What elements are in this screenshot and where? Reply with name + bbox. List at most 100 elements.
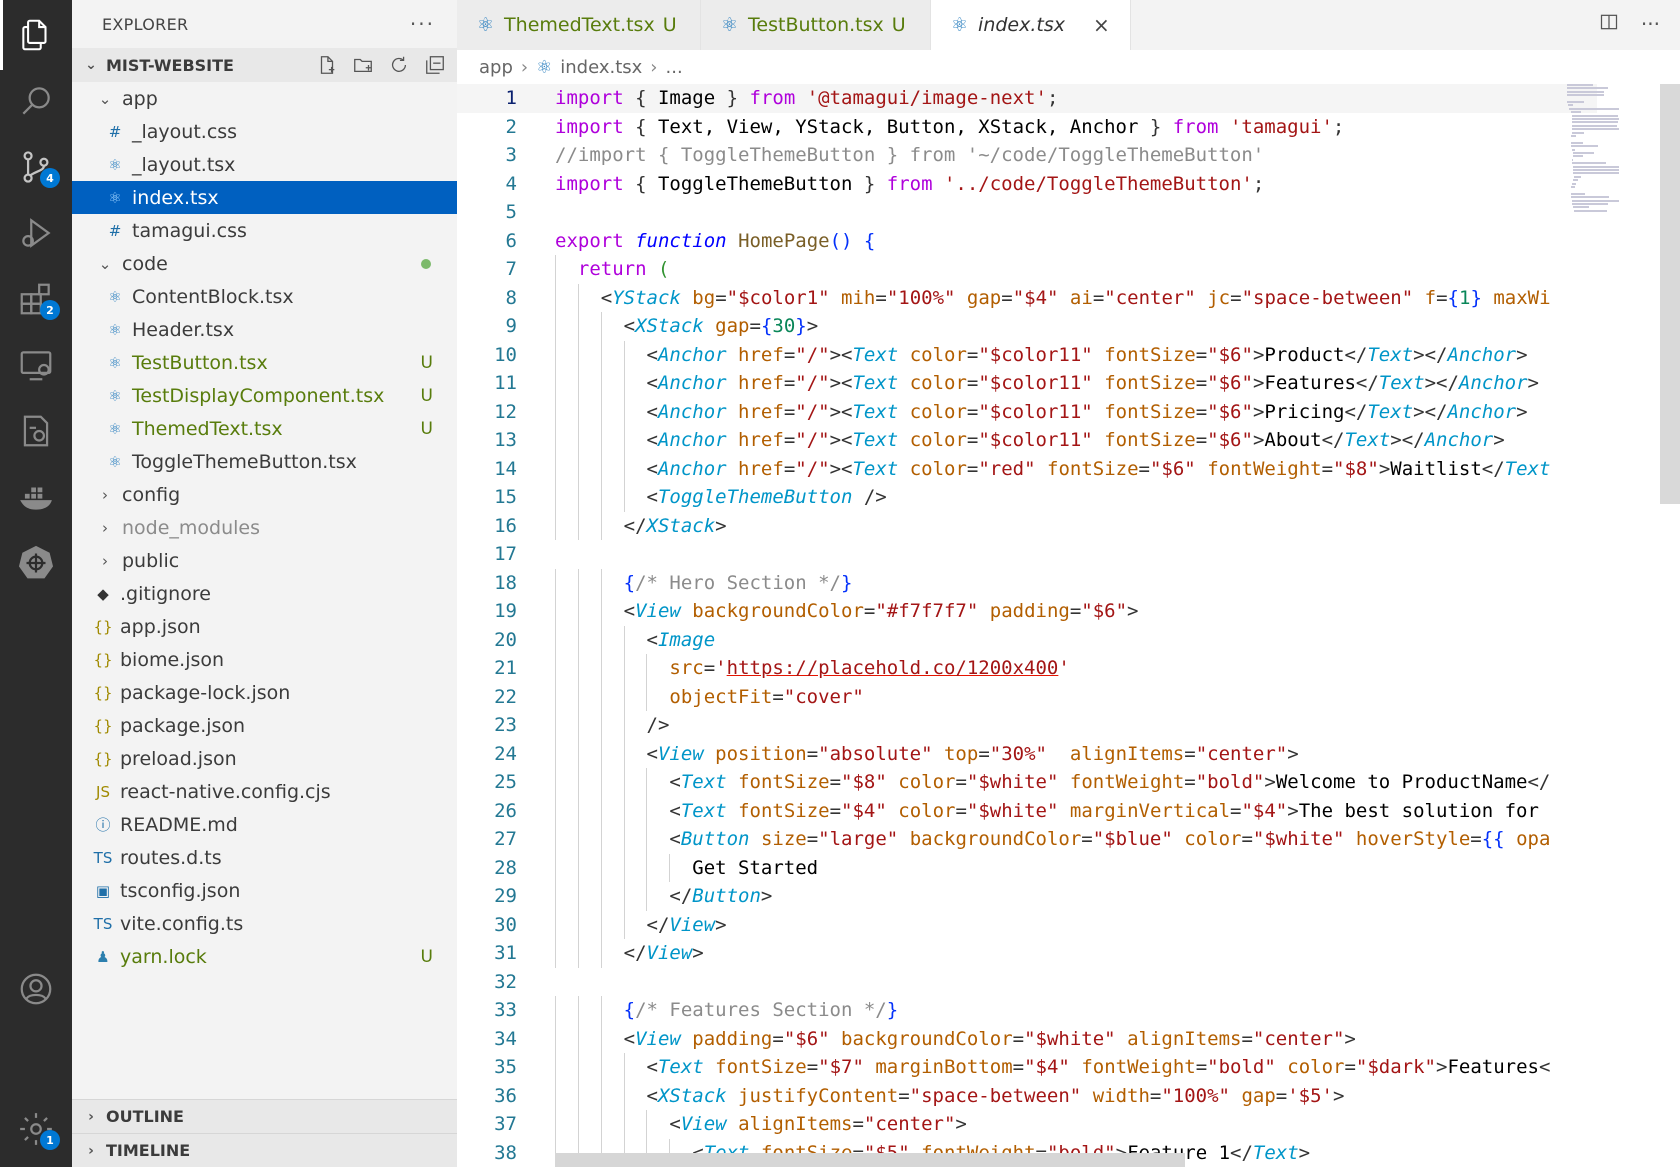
testing-icon[interactable]	[0, 400, 72, 462]
folder-item[interactable]: › config	[72, 478, 457, 511]
file-item[interactable]: ⚛ index.tsx	[72, 181, 457, 214]
editor-tab[interactable]: ⚛ index.tsx ×	[931, 0, 1131, 50]
project-section-header[interactable]: ⌄ MIST-WEBSITE	[72, 48, 457, 82]
code-line[interactable]: 21 src='https://placehold.co/1200x400'	[457, 654, 1597, 683]
file-item[interactable]: ⚛ ToggleThemeButton.tsx	[72, 445, 457, 478]
docker-icon[interactable]	[0, 466, 72, 528]
code-line[interactable]: 18 {/* Hero Section */}	[457, 568, 1597, 597]
code-line[interactable]: 7 return (	[457, 255, 1597, 284]
code-line[interactable]: 33 {/* Features Section */}	[457, 996, 1597, 1025]
horizontal-scrollbar[interactable]	[555, 1153, 1185, 1167]
code-line[interactable]: 8 <YStack bg="$color1" mih="100%" gap="$…	[457, 283, 1597, 312]
code-editor[interactable]: 1 import { Image } from '@tamagui/image-n…	[457, 84, 1680, 1167]
code-line[interactable]: 29 </Button>	[457, 882, 1597, 911]
timeline-section[interactable]: › TIMELINE	[72, 1133, 457, 1167]
code-line[interactable]: 22 objectFit="cover"	[457, 682, 1597, 711]
code-line[interactable]: 24 <View position="absolute" top="30%" a…	[457, 739, 1597, 768]
code-line[interactable]: 9 <XStack gap={30}>	[457, 312, 1597, 341]
file-item[interactable]: {} app.json	[72, 610, 457, 643]
code-line[interactable]: 25 <Text fontSize="$8" color="$white" fo…	[457, 768, 1597, 797]
code-line[interactable]: 37 <View alignItems="center">	[457, 1110, 1597, 1139]
code-line[interactable]: 14 <Anchor href="/"><Text color="red" fo…	[457, 454, 1597, 483]
folder-item[interactable]: ⌄ code	[72, 247, 457, 280]
more-actions-button[interactable]: ···	[410, 12, 435, 36]
gear-icon[interactable]: 1	[0, 1098, 72, 1160]
search-icon[interactable]	[0, 70, 72, 132]
code-line[interactable]: 1 import { Image } from '@tamagui/image-n…	[457, 84, 1597, 113]
code-line[interactable]: 27 <Button size="large" backgroundColor=…	[457, 825, 1597, 854]
file-item[interactable]: {} preload.json	[72, 742, 457, 775]
source-control-icon[interactable]: 4	[0, 136, 72, 198]
code-line[interactable]: 34 <View padding="$6" backgroundColor="$…	[457, 1024, 1597, 1053]
file-item[interactable]: TS routes.d.ts	[72, 841, 457, 874]
minimap[interactable]	[1567, 84, 1662, 234]
new-folder-icon[interactable]	[351, 53, 375, 77]
file-item[interactable]: ⚛ Header.tsx	[72, 313, 457, 346]
extensions-icon[interactable]: 2	[0, 268, 72, 330]
collapse-all-icon[interactable]	[423, 53, 447, 77]
code-line[interactable]: 16 </XStack>	[457, 511, 1597, 540]
run-debug-icon[interactable]	[0, 202, 72, 264]
code-line[interactable]: 35 <Text fontSize="$7" marginBottom="$4"…	[457, 1053, 1597, 1082]
folder-item[interactable]: ⌄ app	[72, 82, 457, 115]
refresh-icon[interactable]	[387, 53, 411, 77]
file-item[interactable]: ▣ tsconfig.json	[72, 874, 457, 907]
folder-item[interactable]: › node_modules	[72, 511, 457, 544]
file-item[interactable]: ⚛ TestDisplayComponent.tsx U	[72, 379, 457, 412]
file-item[interactable]: TS vite.config.ts	[72, 907, 457, 940]
file-item[interactable]: ⚛ _layout.tsx	[72, 148, 457, 181]
file-item[interactable]: ⚛ ThemedText.tsx U	[72, 412, 457, 445]
code-line[interactable]: 20 <Image	[457, 625, 1597, 654]
code-line[interactable]: 30 </View>	[457, 910, 1597, 939]
code-token: Button	[680, 828, 750, 850]
code-token: gap	[1241, 1084, 1276, 1107]
code-line[interactable]: 32	[457, 968, 1597, 997]
more-actions-icon[interactable]: ···	[1641, 12, 1660, 37]
code-line[interactable]: 36 <XStack justifyContent="space-between…	[457, 1081, 1597, 1110]
code-line[interactable]: 17	[457, 540, 1597, 569]
code-line[interactable]: 4 import { ToggleThemeButton } from '../c…	[457, 170, 1597, 199]
breadcrumb-item[interactable]: index.tsx	[560, 57, 642, 78]
code-token: YStack	[612, 286, 681, 309]
code-line[interactable]: 28 Get Started	[457, 853, 1597, 882]
editor-tab[interactable]: ⚛ ThemedText.tsx U	[457, 0, 701, 50]
code-line[interactable]: 15 <ToggleThemeButton />	[457, 483, 1597, 512]
file-item[interactable]: ⓘ README.md	[72, 808, 457, 841]
code-line[interactable]: 6 export function HomePage() {	[457, 227, 1597, 256]
file-item[interactable]: JS react-native.config.cjs	[72, 775, 457, 808]
file-item[interactable]: # tamagui.css	[72, 214, 457, 247]
breadcrumb-item[interactable]: app	[479, 57, 513, 78]
vertical-scrollbar[interactable]	[1660, 84, 1680, 504]
kubernetes-icon[interactable]	[0, 532, 72, 594]
file-item[interactable]: # _layout.css	[72, 115, 457, 148]
account-icon[interactable]	[0, 958, 72, 1020]
code-line[interactable]: 11 <Anchor href="/"><Text color="$color1…	[457, 369, 1597, 398]
outline-section[interactable]: › OUTLINE	[72, 1099, 457, 1133]
file-item[interactable]: {} package-lock.json	[72, 676, 457, 709]
files-icon[interactable]	[0, 4, 72, 66]
file-item[interactable]: {} biome.json	[72, 643, 457, 676]
code-line[interactable]: 2 import { Text, View, YStack, Button, XS…	[457, 113, 1597, 142]
code-line[interactable]: 19 <View backgroundColor="#f7f7f7" paddi…	[457, 597, 1597, 626]
close-icon[interactable]: ×	[1093, 13, 1110, 37]
file-item[interactable]: ◆ .gitignore	[72, 577, 457, 610]
file-item[interactable]: ⚛ ContentBlock.tsx	[72, 280, 457, 313]
folder-item[interactable]: › public	[72, 544, 457, 577]
file-item[interactable]: ♟ yarn.lock U	[72, 940, 457, 973]
file-item[interactable]: {} package.json	[72, 709, 457, 742]
remote-explorer-icon[interactable]	[0, 334, 72, 396]
code-line[interactable]: 12 <Anchor href="/"><Text color="$color1…	[457, 397, 1597, 426]
file-item[interactable]: ⚛ TestButton.tsx U	[72, 346, 457, 379]
code-line[interactable]: 23 />	[457, 711, 1597, 740]
new-file-icon[interactable]	[315, 53, 339, 77]
code-line[interactable]: 5	[457, 198, 1597, 227]
code-line[interactable]: 26 <Text fontSize="$4" color="$white" ma…	[457, 796, 1597, 825]
code-line[interactable]: 3 //import { ToggleThemeButton } from '~/…	[457, 141, 1597, 170]
split-editor-icon[interactable]	[1599, 12, 1619, 37]
breadcrumb-item[interactable]: ...	[666, 57, 683, 78]
code-line[interactable]: 13 <Anchor href="/"><Text color="$color1…	[457, 426, 1597, 455]
editor-tab[interactable]: ⚛ TestButton.tsx U	[701, 0, 931, 50]
code-line[interactable]: 10 <Anchor href="/"><Text color="$color1…	[457, 340, 1597, 369]
code-line[interactable]: 31 </View>	[457, 939, 1597, 968]
